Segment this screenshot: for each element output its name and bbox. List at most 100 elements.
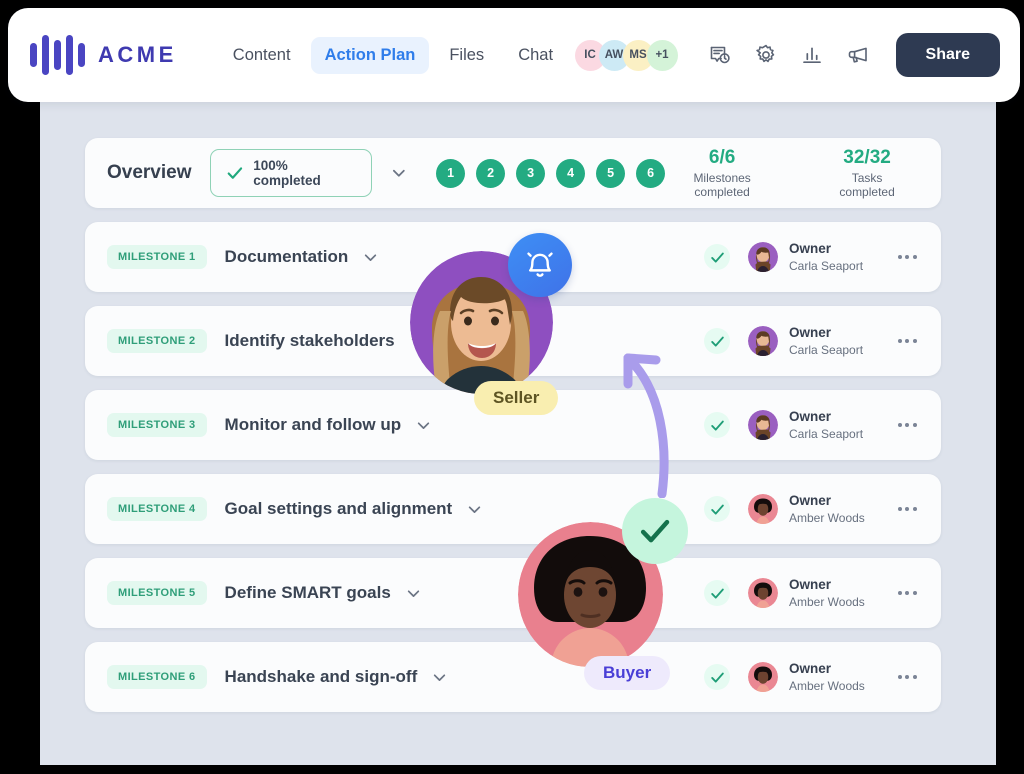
owner-role: Owner	[789, 577, 832, 593]
owner-avatar	[748, 326, 778, 356]
owner-role: Owner	[789, 661, 832, 677]
stat-tasks-value: 32/32	[843, 146, 891, 168]
owner-avatar	[748, 242, 778, 272]
check-icon	[710, 588, 724, 599]
stat-tasks-label: Tasks completed	[839, 171, 895, 200]
check-icon	[640, 519, 670, 543]
bell-notification-icon	[508, 233, 572, 297]
milestone-chevron-down-icon[interactable]	[429, 667, 450, 688]
overview-chevron-down-icon[interactable]	[388, 162, 410, 184]
avatar-more[interactable]: +1	[646, 39, 678, 71]
nav-item-content[interactable]: Content	[219, 37, 305, 74]
more-options-icon[interactable]	[893, 423, 921, 427]
milestone-badge: MILESTONE 5	[107, 581, 207, 605]
step-6[interactable]: 6	[636, 158, 666, 188]
milestone-title: Monitor and follow up	[224, 415, 402, 434]
step-3[interactable]: 3	[516, 158, 546, 188]
milestone-badge: MILESTONE 4	[107, 497, 207, 521]
step-1[interactable]: 1	[436, 158, 466, 188]
owner-avatar	[748, 578, 778, 608]
check-icon	[710, 252, 724, 263]
milestone-row-4[interactable]: MILESTONE 4 Goal settings and alignment …	[85, 474, 941, 544]
owner-role: Owner	[789, 241, 832, 257]
analytics-bar-chart-icon[interactable]	[800, 43, 824, 67]
stat-milestones-label: Milestones completed	[693, 171, 751, 200]
milestone-title: Identify stakeholders	[224, 331, 395, 350]
milestone-badge: MILESTONE 2	[107, 329, 207, 353]
gear-icon[interactable]	[754, 43, 778, 67]
nav-item-chat[interactable]: Chat	[504, 37, 567, 74]
action-plan-content: Overview 100% completed 1 2 3 4 5 6 6/6 …	[85, 138, 941, 726]
stat-milestones: 6/6 Milestones completed	[665, 147, 779, 200]
milestone-title: Documentation	[224, 247, 349, 266]
check-icon	[710, 504, 724, 515]
milestone-row-5[interactable]: MILESTONE 5 Define SMART goals Owner Amb…	[85, 558, 941, 628]
owner-info: Owner Carla Seaport	[789, 325, 885, 356]
brand-logo[interactable]: ACME	[30, 35, 177, 75]
check-icon	[227, 167, 242, 179]
milestone-step-indicators: 1 2 3 4 5 6	[436, 158, 666, 188]
milestone-badge: MILESTONE 3	[107, 413, 207, 437]
member-avatar-group: IC AW MS +1	[574, 39, 678, 71]
app-window: ACME Content Action Plan Files Chat IC A…	[8, 8, 1020, 765]
owner-avatar	[748, 410, 778, 440]
owner-info: Owner Amber Woods	[789, 493, 885, 524]
check-icon	[710, 420, 724, 431]
owner-name: Carla Seaport	[789, 258, 864, 273]
buyer-overlay: Buyer	[518, 498, 708, 693]
milestone-badge: MILESTONE 1	[107, 245, 207, 269]
owner-name: Carla Seaport	[789, 342, 864, 357]
owner-name: Amber Woods	[789, 678, 865, 693]
owner-role: Owner	[789, 409, 832, 425]
check-icon	[710, 672, 724, 683]
top-navigation-bar: ACME Content Action Plan Files Chat IC A…	[8, 8, 1020, 102]
seller-overlay: Seller	[410, 233, 590, 423]
sound-bars-logo-icon	[30, 35, 85, 75]
milestone-title: Define SMART goals	[224, 583, 391, 602]
completion-badge[interactable]: 100% completed	[209, 149, 373, 197]
milestone-status-check	[704, 412, 730, 438]
brand-name: ACME	[98, 42, 177, 67]
check-icon	[710, 336, 724, 347]
step-2[interactable]: 2	[476, 158, 506, 188]
more-options-icon[interactable]	[893, 339, 921, 343]
milestone-status-check	[704, 244, 730, 270]
more-options-icon[interactable]	[893, 255, 921, 259]
owner-name: Amber Woods	[789, 594, 865, 609]
buyer-role-tag: Buyer	[584, 656, 671, 690]
more-options-icon[interactable]	[893, 507, 921, 511]
owner-role: Owner	[789, 493, 832, 509]
milestone-chevron-down-icon[interactable]	[403, 583, 424, 604]
owner-info: Owner Carla Seaport	[789, 241, 885, 272]
more-options-icon[interactable]	[893, 675, 921, 679]
milestone-title: Handshake and sign-off	[224, 667, 418, 686]
overview-title: Overview	[107, 162, 192, 183]
main-nav: Content Action Plan Files Chat	[219, 36, 567, 74]
milestone-badge: MILESTONE 6	[107, 665, 207, 689]
stat-milestones-value: 6/6	[708, 146, 736, 168]
owner-avatar	[748, 662, 778, 692]
milestone-row-6[interactable]: MILESTONE 6 Handshake and sign-off Owner…	[85, 642, 941, 712]
share-button[interactable]: Share	[895, 33, 1000, 77]
megaphone-icon[interactable]	[846, 43, 870, 67]
seller-role-tag: Seller	[474, 381, 559, 415]
stat-tasks: 32/32 Tasks completed	[823, 147, 911, 200]
milestone-chevron-down-icon[interactable]	[464, 499, 485, 520]
owner-info: Owner Amber Woods	[789, 661, 885, 692]
milestone-chevron-down-icon[interactable]	[360, 247, 381, 268]
more-options-icon[interactable]	[893, 591, 921, 595]
owner-avatar	[748, 494, 778, 524]
owner-info: Owner Carla Seaport	[789, 409, 885, 440]
nav-item-files[interactable]: Files	[435, 37, 498, 74]
step-5[interactable]: 5	[596, 158, 626, 188]
header-icon-group	[708, 43, 870, 67]
owner-role: Owner	[789, 325, 832, 341]
buyer-check-badge	[622, 498, 688, 564]
nav-item-action-plan[interactable]: Action Plan	[310, 36, 430, 74]
owner-name: Carla Seaport	[789, 426, 864, 441]
milestone-status-check	[704, 328, 730, 354]
overview-card: Overview 100% completed 1 2 3 4 5 6 6/6 …	[85, 138, 941, 208]
activity-history-icon[interactable]	[708, 43, 732, 67]
step-4[interactable]: 4	[556, 158, 586, 188]
milestone-title: Goal settings and alignment	[224, 499, 453, 518]
